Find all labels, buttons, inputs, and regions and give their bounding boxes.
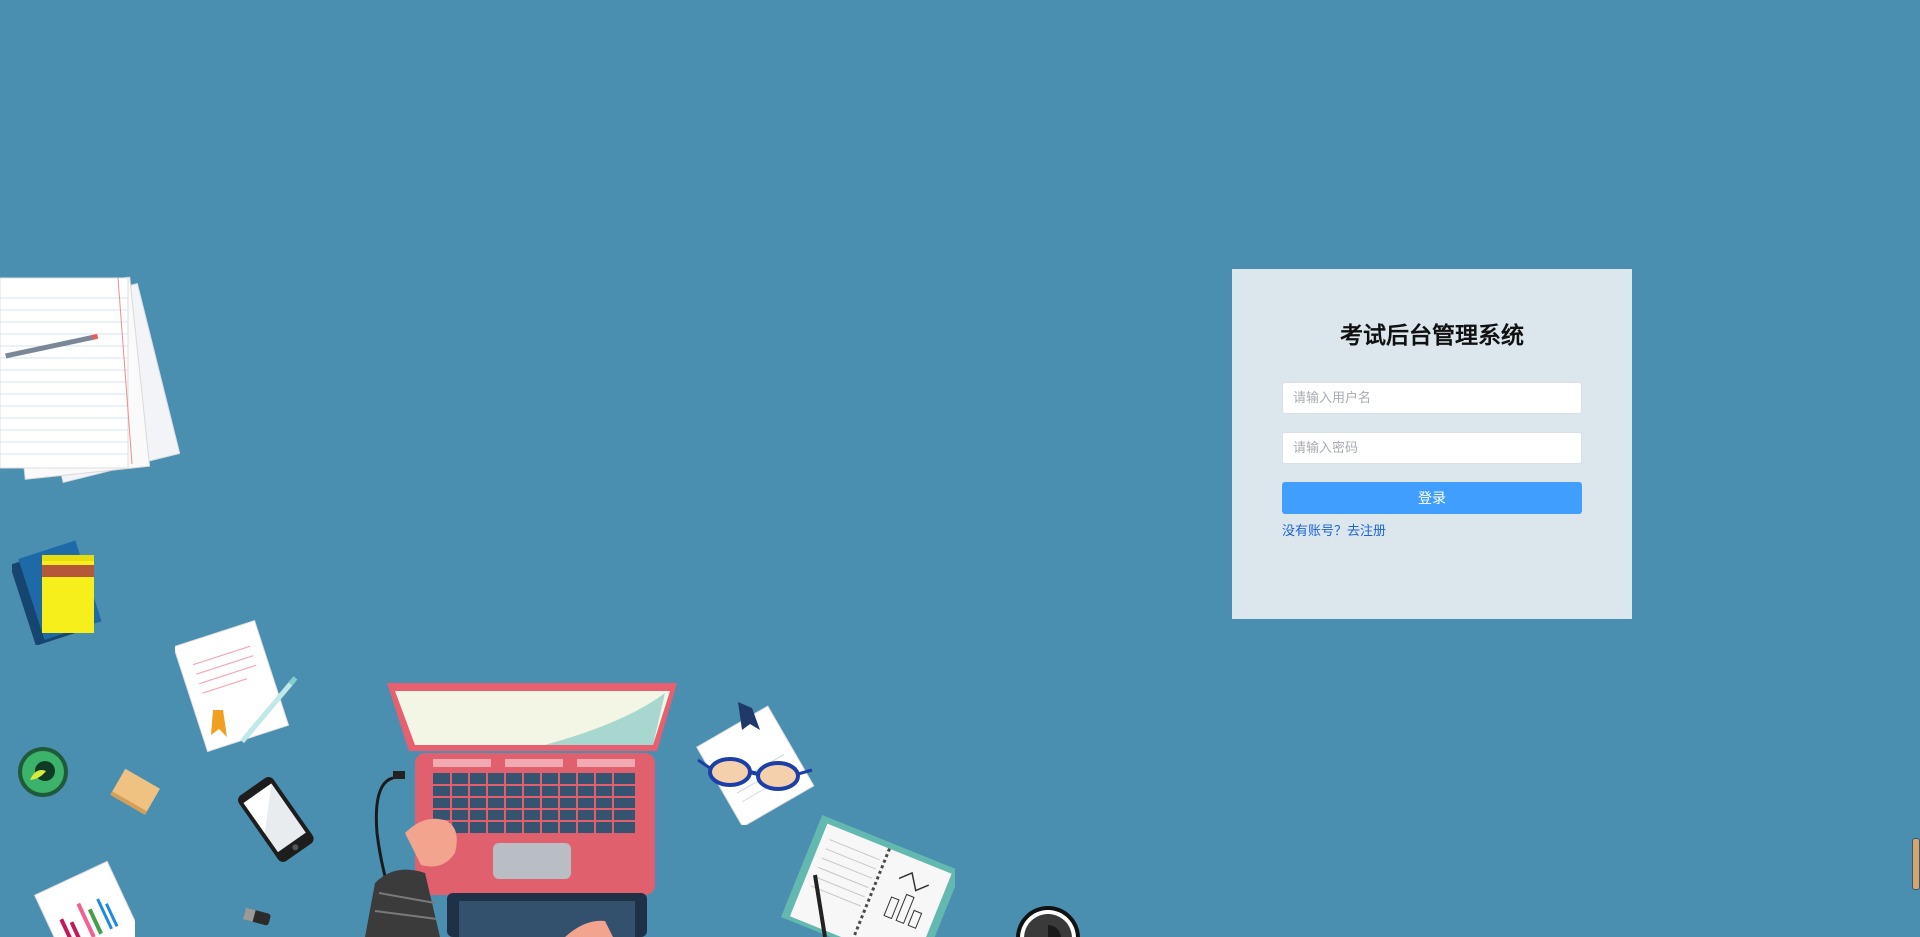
laptop-icon [365, 683, 677, 937]
login-panel: 考试后台管理系统 登录 没有账号？去注册 [1232, 269, 1632, 619]
login-button[interactable]: 登录 [1282, 482, 1582, 514]
usb-drive-icon [242, 907, 271, 926]
coffee-cup-icon [1016, 906, 1080, 937]
username-input[interactable] [1282, 382, 1582, 414]
password-input[interactable] [1282, 432, 1582, 464]
badge-icon [18, 747, 68, 797]
document-with-pen-icon [175, 619, 298, 753]
eraser-icon [110, 768, 160, 815]
page-title: 考试后台管理系统 [1340, 323, 1524, 349]
glasses-on-paper-icon [696, 702, 815, 825]
chart-paper-icon [33, 860, 135, 937]
login-page-background: 考试后台管理系统 登录 没有账号？去注册 [0, 0, 1920, 937]
side-scroll-handle[interactable] [1912, 838, 1920, 890]
notebook-icon [781, 815, 955, 937]
smartphone-icon [238, 776, 314, 862]
sticky-notes-icon [12, 540, 102, 645]
register-link[interactable]: 没有账号？去注册 [1282, 520, 1386, 539]
paper-stack-icon [0, 276, 180, 484]
